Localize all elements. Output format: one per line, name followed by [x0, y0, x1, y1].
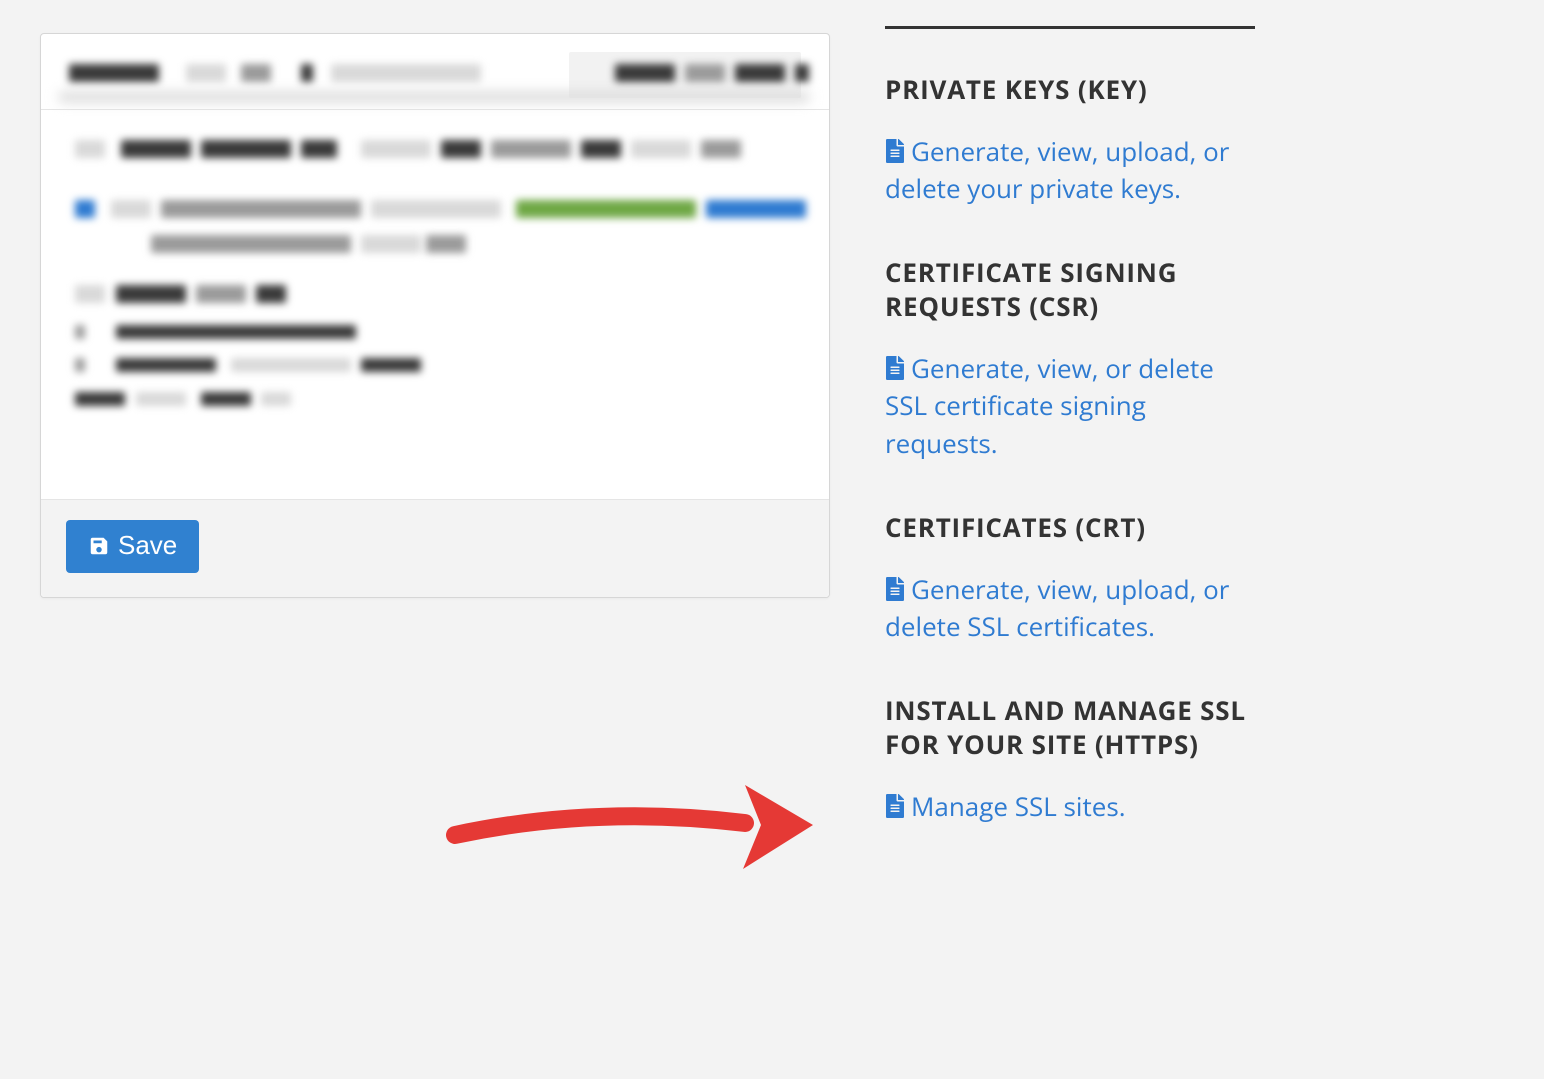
section-crt: CERTIFICATES (CRT) Generate, view, uploa… [885, 511, 1255, 646]
save-button[interactable]: Save [66, 520, 199, 573]
editor-footer: Save [41, 500, 829, 597]
document-icon [885, 577, 905, 601]
editor-panel: Save [40, 33, 830, 598]
link-text: Generate, view, upload, or delete SSL ce… [885, 571, 1229, 645]
section-heading: INSTALL AND MANAGE SSL FOR YOUR SITE (HT… [885, 694, 1255, 762]
ssl-sidebar: PRIVATE KEYS (KEY) Generate, view, uploa… [885, 26, 1255, 873]
save-icon [88, 535, 110, 557]
link-private-keys[interactable]: Generate, view, upload, or delete your p… [885, 133, 1229, 207]
sidebar-divider [885, 26, 1255, 29]
document-icon [885, 794, 905, 818]
section-install-manage: INSTALL AND MANAGE SSL FOR YOUR SITE (HT… [885, 694, 1255, 825]
document-icon [885, 139, 905, 163]
link-crt[interactable]: Generate, view, upload, or delete SSL ce… [885, 571, 1229, 645]
document-icon [885, 356, 905, 380]
annotation-arrow [445, 775, 805, 885]
link-text: Generate, view, or delete SSL certificat… [885, 350, 1214, 461]
link-manage-ssl-sites[interactable]: Manage SSL sites. [885, 788, 1126, 824]
section-heading: PRIVATE KEYS (KEY) [885, 73, 1255, 107]
link-text: Generate, view, upload, or delete your p… [885, 133, 1229, 207]
section-heading: CERTIFICATE SIGNING REQUESTS (CSR) [885, 256, 1255, 324]
editor-toolbar [41, 34, 829, 110]
section-csr: CERTIFICATE SIGNING REQUESTS (CSR) Gener… [885, 256, 1255, 463]
save-button-label: Save [118, 530, 177, 561]
section-private-keys: PRIVATE KEYS (KEY) Generate, view, uploa… [885, 73, 1255, 208]
editor-body [41, 110, 829, 500]
link-csr[interactable]: Generate, view, or delete SSL certificat… [885, 350, 1214, 461]
section-heading: CERTIFICATES (CRT) [885, 511, 1255, 545]
link-text: Manage SSL sites. [911, 788, 1126, 824]
